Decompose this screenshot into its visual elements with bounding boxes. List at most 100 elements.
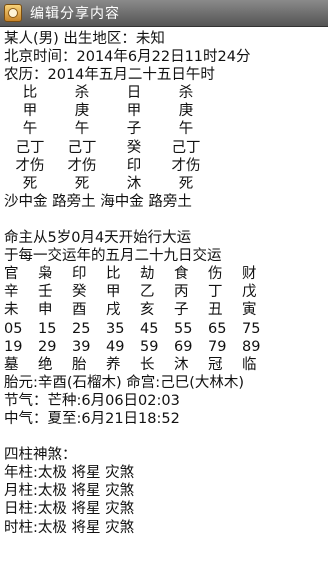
window-title: 编辑分享内容 — [30, 6, 120, 22]
dayun-cell: 养 — [106, 356, 121, 373]
pillar-cell: 死 — [178, 175, 194, 192]
pillar-cell: 才伤 — [171, 157, 201, 174]
dayun-cell: 79 — [208, 338, 227, 355]
shensha-year-line: 年柱:太极 将星 灾煞 — [4, 465, 135, 482]
dayun-cell: 69 — [174, 338, 193, 355]
dayun-cell: 25 — [72, 320, 91, 337]
dayun-cell: 29 — [38, 338, 57, 355]
dayun-cell: 劫 — [140, 266, 155, 283]
dayun-cell: 15 — [38, 320, 57, 337]
pillar-cell: 庚 — [178, 103, 194, 120]
dayun-row-branches: 未申酉戌亥子丑寅 — [4, 301, 326, 319]
app-icon — [4, 4, 22, 22]
dayun-cell: 35 — [106, 320, 125, 337]
pillar-cell: 己丁 — [15, 139, 45, 156]
dayun-cell: 戊 — [242, 284, 257, 301]
dayun-cell: 丁 — [208, 284, 223, 301]
dayun-cell: 丙 — [174, 284, 189, 301]
shensha-title: 四柱神煞： — [4, 447, 77, 464]
app-icon-dot — [8, 8, 18, 18]
pillar-cell: 沐 — [126, 175, 142, 192]
dayun-cell: 65 — [208, 320, 227, 337]
dayun-cell: 枭 — [38, 266, 53, 283]
dayun-cell: 印 — [72, 266, 87, 283]
pillar-cell: 甲 — [126, 103, 142, 120]
pillar-cell: 己丁 — [171, 139, 201, 156]
dayun-cell: 75 — [242, 320, 261, 337]
dayun-cell: 89 — [242, 338, 261, 355]
share-content-text[interactable]: 某人(男) 出生地区：未知 北京时间：2014年6月22日11时24分 农历：2… — [4, 30, 326, 537]
pillar-cell: 杀 — [178, 85, 194, 102]
dayun-cell: 临 — [242, 356, 257, 373]
dayun-cell: 官 — [4, 266, 19, 283]
pillar-cell: 癸 — [126, 139, 142, 156]
dayun-cell: 甲 — [106, 284, 121, 301]
pillar-cell: 杀 — [74, 85, 90, 102]
dayun-cell: 丑 — [208, 302, 223, 319]
dayun-cell: 墓 — [4, 356, 19, 373]
pillar-cell: 庚 — [74, 103, 90, 120]
shensha-month-line: 月柱:太极 将星 灾煞 — [4, 483, 135, 500]
pillar-cell: 己丁 — [67, 139, 97, 156]
pillar-row-hidden-stems: 己丁 己丁 癸 己丁 — [4, 139, 326, 157]
pillar-row-life-stages: 死死沐死 — [4, 175, 326, 193]
dayun-cell: 乙 — [140, 284, 155, 301]
dayun-cell: 伤 — [208, 266, 223, 283]
pillar-cell: 才伤 — [15, 157, 45, 174]
dayun-cell: 沐 — [174, 356, 189, 373]
pillar-cell: 死 — [74, 175, 90, 192]
dayun-row-life-stages: 墓绝胎养长沐冠临 — [4, 356, 326, 374]
pillar-cell: 午 — [178, 121, 194, 138]
dayun-cell: 比 — [106, 266, 121, 283]
dayun-cell: 胎 — [72, 356, 87, 373]
taiyuan-minggong-line: 胎元:辛酉(石榴木) 命宫:己巳(大林木) — [4, 374, 245, 391]
nayin-line: 沙中金 路旁土 海中金 路旁土 — [4, 193, 192, 210]
pillar-row-tengods: 比杀日杀 — [4, 84, 326, 102]
dayun-cell: 子 — [174, 302, 189, 319]
dayun-cell: 酉 — [72, 302, 87, 319]
pillar-cell: 印 — [126, 157, 142, 174]
pillar-cell: 午 — [22, 121, 38, 138]
pillar-cell: 才伤 — [67, 157, 97, 174]
pillar-cell: 甲 — [22, 103, 38, 120]
shensha-day-line: 日柱:太极 将星 灾煞 — [4, 501, 135, 518]
dayun-cell: 癸 — [72, 284, 87, 301]
dayun-cell: 申 — [38, 302, 53, 319]
dayun-cell: 财 — [242, 266, 257, 283]
luck-start-line: 命主从5岁0月4天开始行大运 — [4, 230, 192, 247]
dayun-cell: 食 — [174, 266, 189, 283]
pillar-row-hidden-gods: 才伤 才伤 印 才伤 — [4, 157, 326, 175]
title-bar: 编辑分享内容 — [0, 0, 328, 27]
pillar-cell: 午 — [74, 121, 90, 138]
dayun-row-start-years: 19 29 39 49 59 69 79 89 — [4, 338, 326, 356]
dayun-cell: 55 — [174, 320, 193, 337]
dayun-cell: 长 — [140, 356, 155, 373]
lunar-date-line: 农历：2014年五月二十五日午时 — [4, 67, 215, 84]
dayun-cell: 壬 — [38, 284, 53, 301]
pillar-row-stems: 甲庚甲庚 — [4, 102, 326, 120]
dayun-cell: 辛 — [4, 284, 19, 301]
dayun-cell: 19 — [4, 338, 23, 355]
dayun-row-start-ages: 05 15 25 35 45 55 65 75 — [4, 320, 326, 338]
zhongqi-line: 中气：夏至:6月21日18:52 — [4, 410, 180, 427]
dayun-cell: 49 — [106, 338, 125, 355]
luck-change-line: 于每一交运年的五月二十九日交运 — [4, 248, 222, 265]
dayun-cell: 05 — [4, 320, 23, 337]
dayun-cell: 冠 — [208, 356, 223, 373]
dayun-cell: 亥 — [140, 302, 155, 319]
pillar-row-branches: 午午子午 — [4, 120, 326, 138]
dayun-row-gods: 官枭印比劫食伤财 — [4, 265, 326, 283]
pillar-cell: 比 — [22, 85, 38, 102]
dayun-cell: 寅 — [242, 302, 257, 319]
dayun-cell: 未 — [4, 302, 19, 319]
pillar-cell: 死 — [22, 175, 38, 192]
shensha-hour-line: 时柱:太极 将星 灾煞 — [4, 519, 135, 536]
dayun-cell: 39 — [72, 338, 91, 355]
pillar-cell: 子 — [126, 121, 142, 138]
pillar-cell: 日 — [126, 85, 142, 102]
dayun-cell: 59 — [140, 338, 159, 355]
jieqi-line: 节气：芒种:6月06日02:03 — [4, 392, 180, 409]
dayun-cell: 绝 — [38, 356, 53, 373]
